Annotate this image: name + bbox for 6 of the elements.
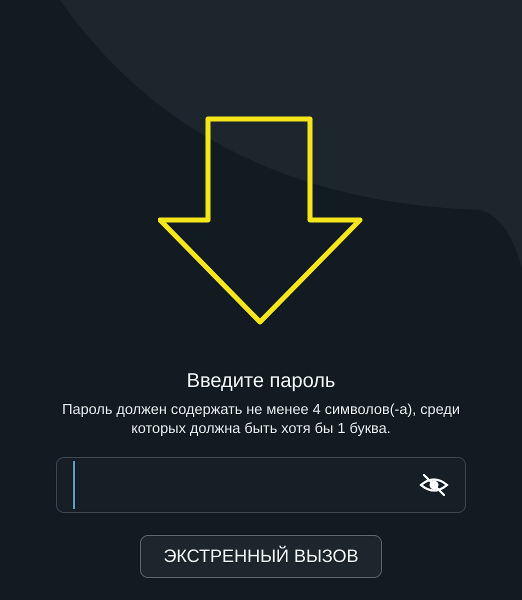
password-hint: Пароль должен содержать не менее 4 символов(-а), среди которых должна быть хотя бы 1 буква. <box>61 401 461 439</box>
emergency-call-button[interactable]: ЭКСТРЕННЫЙ ВЫЗОВ <box>140 535 382 578</box>
prompt-title: Введите пароль <box>186 370 336 393</box>
down-arrow-icon <box>158 116 364 326</box>
password-field[interactable] <box>56 457 466 513</box>
eye-slash-icon[interactable] <box>419 473 449 497</box>
